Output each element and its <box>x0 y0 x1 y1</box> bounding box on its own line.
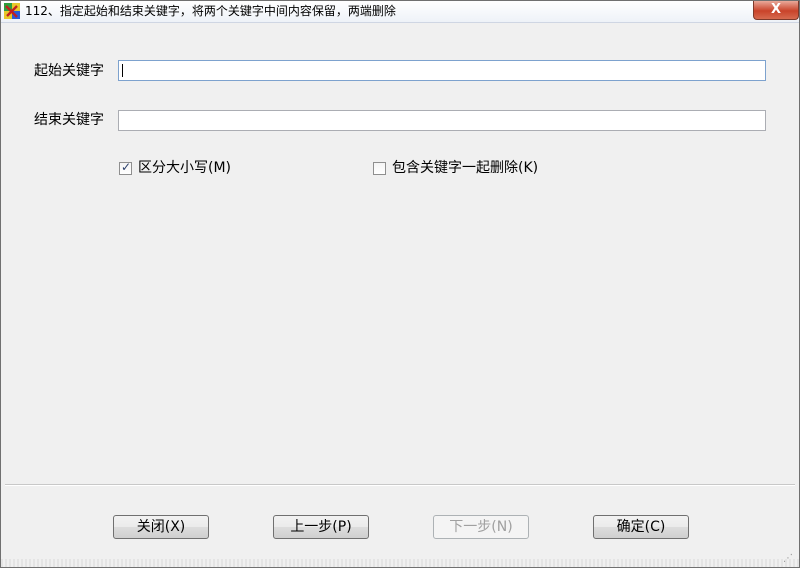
resize-grip-icon[interactable]: ⋰ <box>783 553 795 565</box>
dialog-window: 112、指定起始和结束关键字，将两个关键字中间内容保留，两端删除 X 起始关键字… <box>0 0 800 568</box>
end-keyword-input[interactable] <box>118 110 766 131</box>
previous-step-button[interactable]: 上一步(P) <box>273 515 369 539</box>
title-bar[interactable]: 112、指定起始和结束关键字，将两个关键字中间内容保留，两端删除 X <box>1 1 799 23</box>
start-keyword-input[interactable] <box>118 60 766 81</box>
ok-button[interactable]: 确定(C) <box>593 515 689 539</box>
start-keyword-label: 起始关键字 <box>34 63 104 79</box>
include-keywords-checkbox[interactable] <box>373 162 386 175</box>
end-keyword-label: 结束关键字 <box>34 112 104 128</box>
footer-divider <box>5 484 795 486</box>
case-sensitive-checkbox[interactable]: ✓ <box>119 160 132 175</box>
app-icon <box>4 3 20 19</box>
window-close-button[interactable]: X <box>753 1 799 20</box>
close-button[interactable]: 关闭(X) <box>113 515 209 539</box>
text-caret <box>122 64 123 77</box>
case-sensitive-label: 区分大小写(M) <box>138 160 232 176</box>
window-title: 112、指定起始和结束关键字，将两个关键字中间内容保留，两端删除 <box>25 4 396 18</box>
status-bar <box>1 559 799 567</box>
next-step-button[interactable]: 下一步(N) <box>433 515 529 539</box>
checkmark-icon: ✓ <box>120 160 132 174</box>
include-keywords-label: 包含关键字一起删除(K) <box>392 160 539 176</box>
